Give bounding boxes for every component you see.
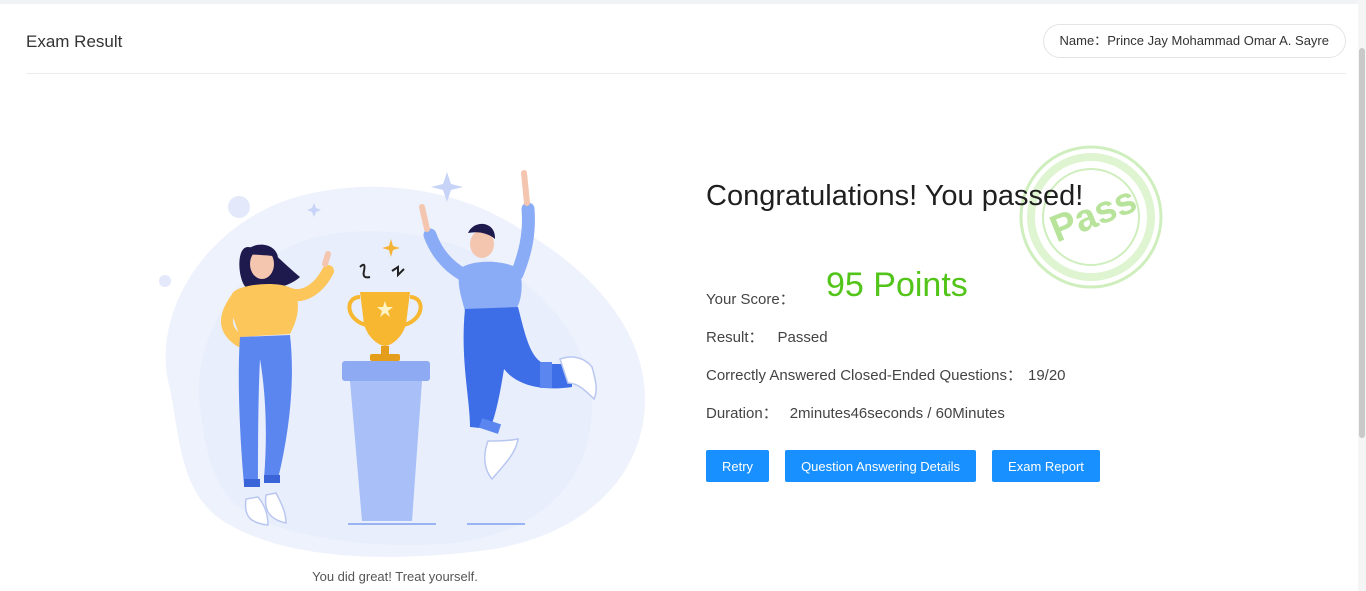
correct-answers-value: 19/20 (1027, 367, 1066, 384)
decor-circle (228, 196, 250, 218)
retry-button[interactable]: Retry (706, 450, 770, 482)
page-title: Exam Result (26, 32, 123, 51)
pedestal (342, 361, 430, 381)
score-label: Your Score： (706, 291, 795, 308)
score-row: Your Score： 95 Points (706, 266, 968, 309)
vertical-scrollbar[interactable] (1358, 0, 1366, 591)
name-value: Prince Jay Mohammad Omar A. Sayre (1107, 33, 1329, 48)
candidate-name-badge: Name：Prince Jay Mohammad Omar A. Sayre (1042, 24, 1346, 58)
pass-stamp: Pass (1019, 145, 1163, 289)
score-value: 95 Points (826, 266, 968, 304)
page-header: Exam Result Name：Prince Jay Mohammad Oma… (26, 4, 1346, 74)
correct-answers-row: Correctly Answered Closed-Ended Question… (706, 364, 1066, 385)
result-label: Result： (706, 329, 764, 346)
exam-result-page: Exam Result Name：Prince Jay Mohammad Oma… (0, 4, 1358, 591)
duration-label: Duration： (706, 405, 778, 422)
exam-report-button[interactable]: Exam Report (992, 450, 1100, 482)
name-label: Name： (1059, 33, 1108, 48)
question-answering-details-button[interactable]: Question Answering Details (785, 450, 977, 482)
result-value: Passed (777, 329, 828, 346)
duration-value: 2minutes46seconds / 60Minutes (789, 405, 1005, 422)
result-panel: Congratulations! You passed! Your Score：… (706, 180, 1226, 482)
celebration-illustration (159, 170, 645, 557)
result-row: Result： Passed (706, 326, 828, 347)
encouragement-caption: You did great! Treat yourself. (312, 569, 478, 584)
scrollbar-thumb[interactable] (1359, 48, 1365, 438)
duration-row: Duration： 2minutes46seconds / 60Minutes (706, 402, 1005, 423)
congratulations-heading: Congratulations! You passed! (706, 180, 1084, 212)
correct-answers-label: Correctly Answered Closed-Ended Question… (706, 367, 1022, 384)
action-buttons: Retry Question Answering Details Exam Re… (706, 450, 1100, 482)
